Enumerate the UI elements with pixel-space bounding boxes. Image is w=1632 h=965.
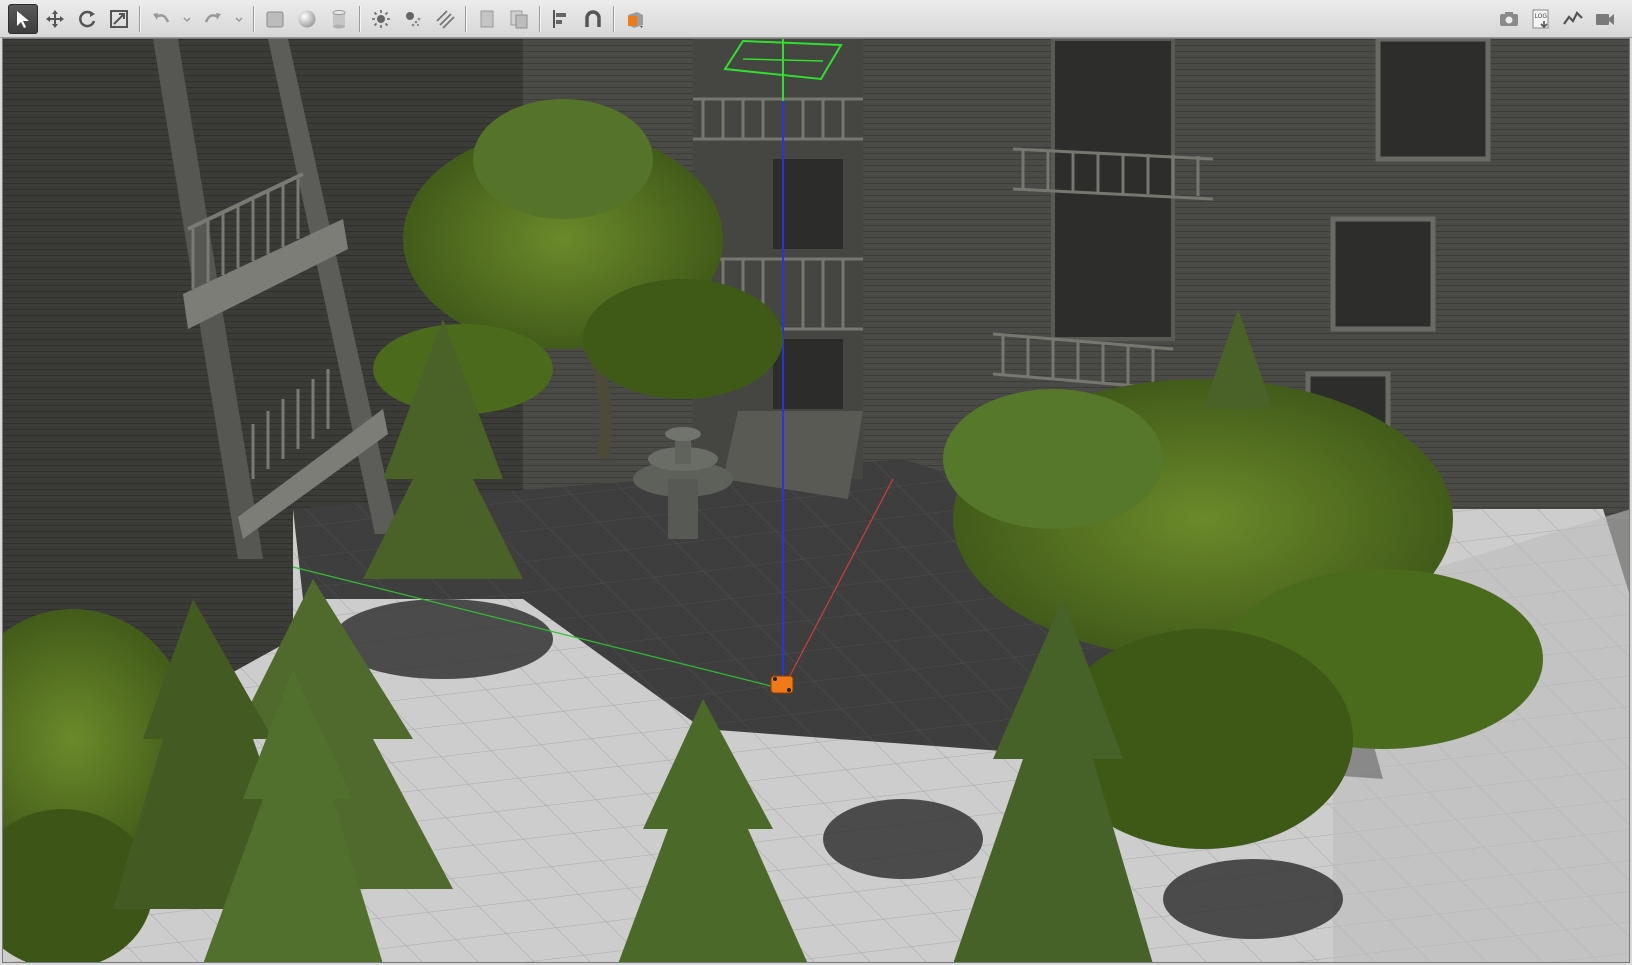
undo-button[interactable] [146, 4, 176, 34]
arrow-cursor-icon [17, 11, 29, 28]
undo-icon [153, 13, 170, 23]
plot-button[interactable] [1558, 4, 1588, 34]
screenshot-button[interactable] [1494, 4, 1524, 34]
magnet-icon [585, 10, 601, 27]
toolbar-left [8, 0, 652, 38]
sphere-shape-button[interactable] [292, 4, 322, 34]
box-shape-button[interactable] [260, 4, 290, 34]
3d-viewport[interactable] [2, 38, 1630, 963]
video-record-button[interactable] [1590, 4, 1620, 34]
copy-icon [480, 10, 494, 28]
log-label: LOG [1535, 13, 1548, 20]
select-tool-button[interactable] [8, 4, 38, 34]
toolbar-separator [613, 6, 615, 32]
rotate-icon [79, 10, 96, 28]
gazebo-window: LOG [0, 0, 1632, 965]
scale-tool-button[interactable] [104, 4, 134, 34]
translate-tool-button[interactable] [40, 4, 70, 34]
toolbar: LOG [0, 0, 1632, 38]
window-right [1375, 39, 1491, 162]
point-light-button[interactable] [366, 4, 396, 34]
scale-icon [110, 10, 128, 28]
align-icon [553, 10, 566, 28]
window-tall [1051, 39, 1175, 341]
align-button[interactable] [546, 4, 576, 34]
sphere-icon [298, 10, 316, 28]
chevron-down-icon [183, 17, 191, 23]
spot-light-button[interactable] [398, 4, 428, 34]
scene-render[interactable] [3, 39, 1630, 963]
paste-icon [510, 10, 528, 29]
view-cube-icon [628, 12, 643, 28]
chevron-down-icon [235, 17, 243, 23]
toolbar-separator [539, 6, 541, 32]
directional-light-button[interactable] [430, 4, 460, 34]
plot-icon [1563, 11, 1583, 25]
undo-history-dropdown[interactable] [178, 4, 196, 34]
spot-light-icon [406, 12, 421, 27]
video-camera-icon [1596, 14, 1614, 25]
paste-button[interactable] [504, 4, 534, 34]
toolbar-right: LOG [1494, 0, 1622, 38]
redo-history-dropdown[interactable] [230, 4, 248, 34]
rotate-tool-button[interactable] [72, 4, 102, 34]
box-icon [266, 11, 284, 28]
window-right [1330, 216, 1436, 332]
robot-model[interactable] [770, 675, 794, 694]
move-arrows-icon [46, 10, 64, 28]
cylinder-shape-button[interactable] [324, 4, 354, 34]
redo-icon [204, 13, 221, 23]
toolbar-separator [465, 6, 467, 32]
snap-button[interactable] [578, 4, 608, 34]
copy-button[interactable] [472, 4, 502, 34]
toolbar-separator [139, 6, 141, 32]
view-angle-button[interactable] [620, 4, 650, 34]
sun-icon [372, 10, 390, 28]
toolbar-separator [359, 6, 361, 32]
toolbar-separator [253, 6, 255, 32]
directional-light-icon [436, 10, 455, 29]
camera-icon [1500, 12, 1518, 26]
log-icon: LOG [1532, 9, 1549, 29]
log-button[interactable]: LOG [1526, 4, 1556, 34]
redo-button[interactable] [198, 4, 228, 34]
cylinder-icon [332, 10, 346, 29]
